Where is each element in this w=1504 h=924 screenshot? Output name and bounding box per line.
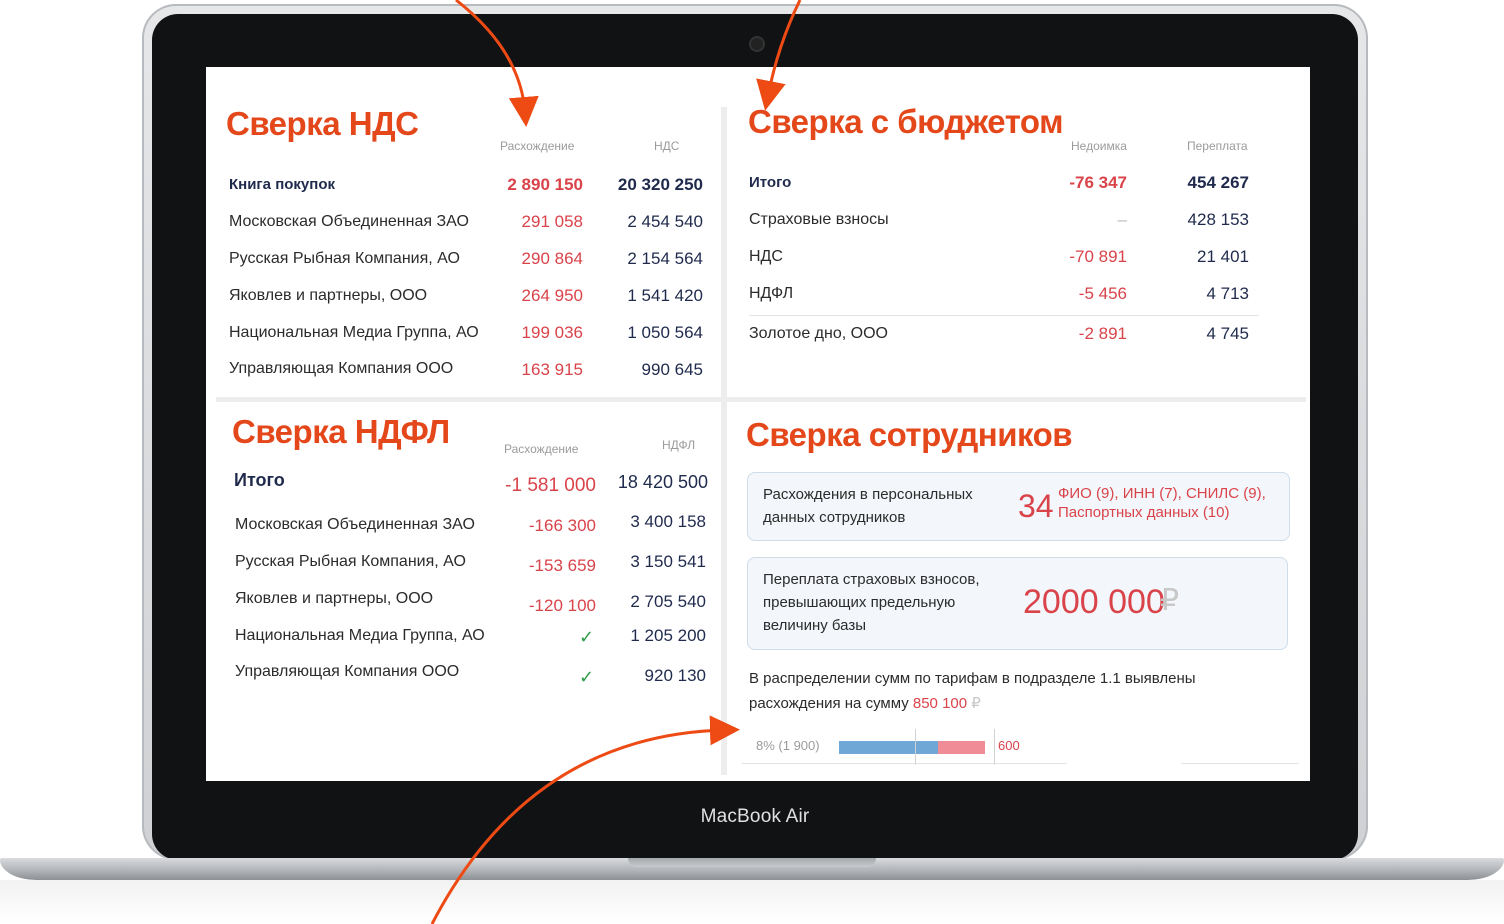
arrow-to-tariff-bar — [430, 715, 740, 924]
arrow-to-budget — [756, 0, 802, 111]
annotation-arrows — [430, 0, 802, 924]
arrow-to-vat-diff — [455, 0, 539, 127]
